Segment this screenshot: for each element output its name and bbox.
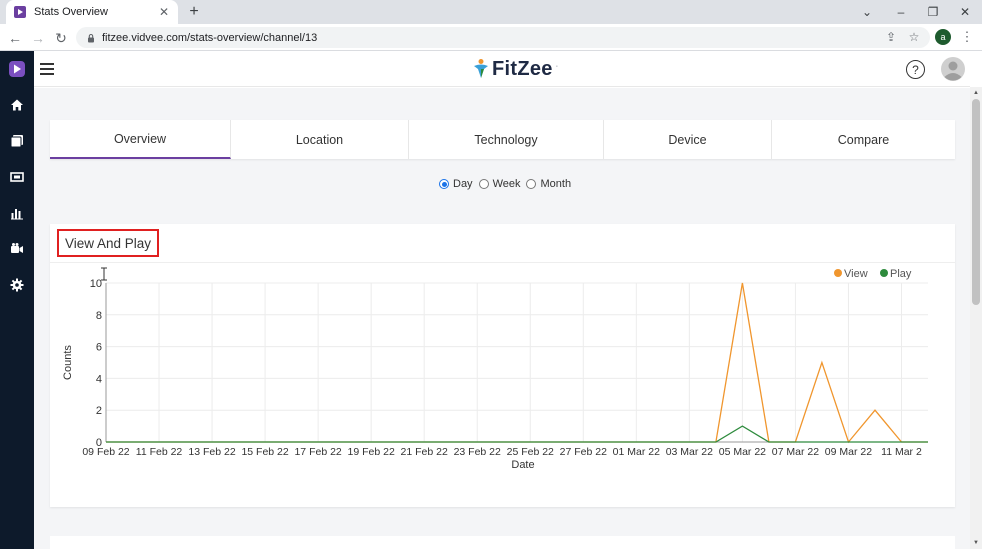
x-tick-label: 03 Mar 22 bbox=[666, 446, 713, 458]
browser-tab-title: Stats Overview bbox=[34, 6, 108, 18]
fitzee-logo-mark-icon bbox=[474, 59, 488, 78]
share-icon[interactable]: ⇪ bbox=[882, 28, 900, 46]
x-tick-label: 21 Feb 22 bbox=[401, 446, 448, 458]
browser-tab-strip: Stats Overview ✕ + ⌄ – ❐ ✕ bbox=[0, 0, 982, 24]
x-tick-label: 07 Mar 22 bbox=[772, 446, 819, 458]
stats-tabs: Overview Location Technology Device Comp… bbox=[50, 120, 955, 159]
view-play-line-chart: 024681009 Feb 22 11 Feb 22 13 Feb 22 15 Feb… bbox=[62, 268, 928, 471]
x-tick-label: 25 Feb 22 bbox=[507, 446, 554, 458]
url-text: fitzee.vidvee.com/stats-overview/channel… bbox=[102, 31, 318, 44]
tab-compare[interactable]: Compare bbox=[772, 120, 955, 159]
period-month-option[interactable]: Month bbox=[526, 178, 571, 190]
text-cursor-icon bbox=[100, 267, 108, 281]
x-tick-label: 01 Mar 22 bbox=[613, 446, 660, 458]
logo-trademark: · bbox=[555, 62, 559, 70]
x-tick-label: 05 Mar 22 bbox=[719, 446, 766, 458]
legend-label-view: View bbox=[844, 268, 868, 280]
x-tick-label: 11 Feb 22 bbox=[136, 446, 183, 458]
x-tick-label: 15 Feb 22 bbox=[241, 446, 288, 458]
tab-overview[interactable]: Overview bbox=[50, 120, 231, 159]
period-week-option[interactable]: Week bbox=[478, 178, 520, 190]
user-avatar-icon[interactable] bbox=[941, 57, 965, 81]
new-tab-icon[interactable]: + bbox=[184, 2, 204, 22]
x-tick-label: 27 Feb 22 bbox=[560, 446, 607, 458]
profile-avatar[interactable]: a bbox=[935, 29, 951, 45]
reload-icon[interactable]: ↻ bbox=[51, 28, 71, 48]
x-tick-label: 23 Feb 22 bbox=[454, 446, 501, 458]
home-icon[interactable] bbox=[0, 93, 34, 117]
minimize-icon[interactable]: – bbox=[884, 0, 918, 24]
x-tick-label: 13 Feb 22 bbox=[188, 446, 235, 458]
video-frame-icon[interactable] bbox=[0, 165, 34, 189]
camera-icon[interactable] bbox=[0, 237, 34, 261]
x-tick-label: 17 Feb 22 bbox=[294, 446, 341, 458]
tab-device[interactable]: Device bbox=[604, 120, 772, 159]
browser-tab[interactable]: Stats Overview ✕ bbox=[6, 0, 178, 24]
bookmark-star-icon[interactable]: ☆ bbox=[905, 28, 923, 46]
library-icon[interactable] bbox=[0, 129, 34, 153]
x-tick-label: 19 Feb 22 bbox=[348, 446, 395, 458]
tab-search-icon[interactable]: ⌄ bbox=[850, 0, 884, 24]
address-toolbar: ← → ↻ fitzee.vidvee.com/stats-overview/c… bbox=[0, 24, 982, 51]
vidvee-favicon-icon bbox=[14, 6, 26, 18]
browser-menu-icon[interactable]: ⋮ bbox=[961, 28, 974, 46]
x-axis-label: Date bbox=[511, 459, 534, 471]
fitzee-logo[interactable]: FitZee · bbox=[472, 56, 558, 82]
app-sidebar bbox=[0, 51, 34, 549]
week-radio[interactable] bbox=[478, 179, 489, 189]
legend-marker-view bbox=[834, 269, 842, 277]
url-bar[interactable]: fitzee.vidvee.com/stats-overview/channel… bbox=[76, 27, 930, 48]
period-selector: Day Week Month bbox=[439, 177, 577, 191]
scroll-down-icon[interactable]: ▼ bbox=[970, 537, 982, 549]
page-scrollbar[interactable]: ▲ ▼ bbox=[970, 87, 982, 549]
x-tick-label: 09 Feb 22 bbox=[82, 446, 129, 458]
period-day-option[interactable]: Day bbox=[439, 178, 473, 190]
legend-label-play: Play bbox=[890, 268, 912, 280]
y-tick-label: 8 bbox=[96, 310, 102, 322]
y-tick-label: 6 bbox=[96, 342, 102, 354]
x-tick-label: 09 Mar 22 bbox=[825, 446, 872, 458]
y-axis-label: Counts bbox=[62, 345, 74, 380]
y-tick-label: 4 bbox=[96, 373, 102, 385]
close-tab-icon[interactable]: ✕ bbox=[156, 4, 172, 20]
scroll-thumb[interactable] bbox=[972, 99, 980, 305]
series-line-play bbox=[106, 425, 928, 443]
month-radio[interactable] bbox=[526, 179, 537, 189]
settings-gear-icon[interactable] bbox=[0, 273, 34, 297]
logo-text: FitZee bbox=[492, 57, 553, 80]
card-header: View And Play bbox=[50, 224, 955, 263]
tab-location[interactable]: Location bbox=[231, 120, 409, 159]
x-tick-label: 11 Mar 2 bbox=[881, 446, 922, 458]
y-tick-label: 2 bbox=[96, 405, 102, 417]
view-and-play-card: View And Play 0 2 4 6 8 10 09 Feb 22 11 Feb 22 1… bbox=[50, 224, 955, 507]
help-icon[interactable]: ? bbox=[906, 60, 925, 79]
app-header: FitZee · ? bbox=[34, 51, 970, 87]
back-icon[interactable]: ← bbox=[5, 28, 25, 48]
legend-marker-play bbox=[880, 269, 888, 277]
card-title: View And Play bbox=[57, 229, 160, 257]
stats-chart-icon[interactable] bbox=[0, 201, 34, 225]
lock-icon bbox=[86, 33, 96, 43]
restore-icon[interactable]: ❐ bbox=[916, 0, 950, 24]
day-radio[interactable] bbox=[439, 179, 449, 189]
tab-technology[interactable]: Technology bbox=[409, 120, 604, 159]
forward-icon[interactable]: → bbox=[28, 28, 48, 48]
sidebar-logo-icon[interactable] bbox=[0, 57, 34, 81]
series-line-view bbox=[106, 282, 928, 444]
scroll-up-icon[interactable]: ▲ bbox=[970, 87, 982, 99]
next-card bbox=[50, 536, 955, 556]
main-content: Overview Location Technology Device Comp… bbox=[34, 88, 970, 556]
hamburger-menu-icon[interactable] bbox=[40, 63, 54, 75]
close-window-icon[interactable]: ✕ bbox=[948, 0, 982, 24]
